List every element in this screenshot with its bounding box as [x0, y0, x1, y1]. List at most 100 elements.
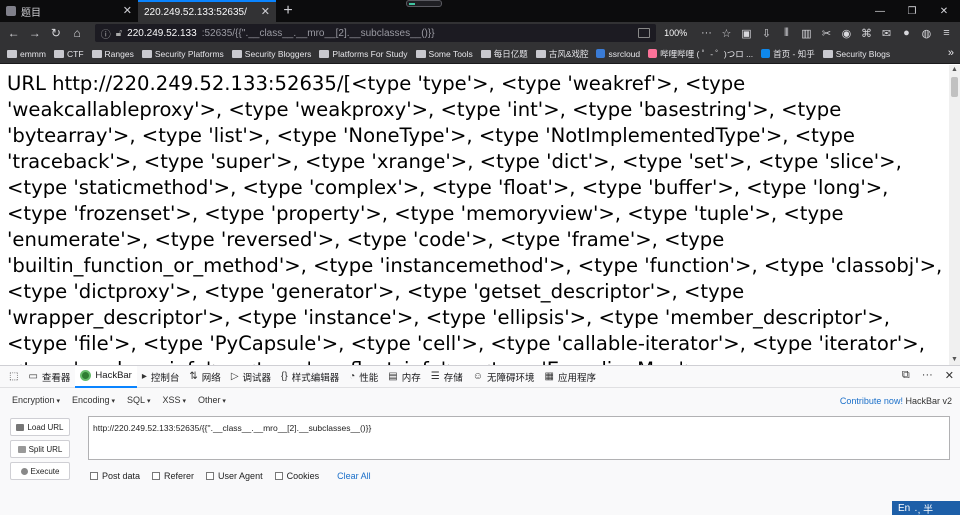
- bookmark-item[interactable]: 每日亿题: [478, 48, 531, 60]
- tab-1[interactable]: 题目 ✕: [0, 0, 138, 22]
- bookmark-item[interactable]: 首页 - 知乎: [758, 48, 818, 60]
- folder-icon: [91, 49, 102, 58]
- hackbar-actions: Load URL Split URL Execute: [10, 418, 70, 480]
- url-path: :52635/{{''.__class__.__mro__[2].__subcl…: [201, 27, 435, 39]
- accessibility-icon: ☺: [472, 371, 483, 382]
- site-favicon-icon: [761, 49, 771, 58]
- sidebar-icon[interactable]: ▥: [797, 24, 816, 42]
- bookmark-item[interactable]: Security Blogs: [820, 49, 893, 59]
- element-picker-icon[interactable]: ⬚: [4, 366, 23, 388]
- ime-indicator[interactable]: En ·, 半: [892, 501, 960, 516]
- clear-all-link[interactable]: Clear All: [337, 471, 371, 481]
- extension-icon[interactable]: ●: [897, 24, 916, 42]
- library-icon[interactable]: ⫴: [777, 24, 796, 42]
- screenshot-icon[interactable]: ✂: [817, 24, 836, 42]
- tab-inspector[interactable]: ▭ 查看器: [23, 366, 75, 388]
- bookmarks-overflow-icon[interactable]: »: [948, 47, 954, 59]
- tab-memory[interactable]: ▤ 内存: [383, 366, 425, 388]
- user-agent-checkbox[interactable]: User Agent: [206, 471, 263, 481]
- info-icon[interactable]: ⓘ: [101, 26, 111, 41]
- pocket-icon[interactable]: ▣: [737, 24, 756, 42]
- ime-mode: ·, 半: [914, 504, 934, 516]
- site-favicon-icon: [596, 49, 606, 58]
- forward-button[interactable]: →: [25, 24, 44, 42]
- checkbox-icon: [90, 472, 98, 480]
- cookies-checkbox[interactable]: Cookies: [274, 471, 319, 481]
- extension-icon[interactable]: ◉: [837, 24, 856, 42]
- memory-icon: ▤: [388, 371, 398, 382]
- page-scrollbar[interactable]: ▲ ▼: [949, 65, 960, 365]
- debugger-icon: ▷: [230, 371, 239, 382]
- bookmark-item[interactable]: Ranges: [89, 49, 137, 59]
- bookmark-item[interactable]: 哔哩哔哩 ( ゜- ゜)つロ ...: [645, 48, 756, 60]
- execute-icon: [20, 467, 28, 475]
- execute-button[interactable]: Execute: [10, 462, 70, 480]
- folder-icon: [415, 49, 426, 58]
- bookmark-item[interactable]: ssrcloud: [593, 49, 643, 59]
- back-button[interactable]: ←: [4, 24, 23, 42]
- split-url-button[interactable]: Split URL: [10, 440, 70, 458]
- sql-menu[interactable]: SQL: [127, 395, 150, 405]
- scroll-up-icon[interactable]: ▲: [949, 65, 960, 75]
- tab-application[interactable]: ▦ 应用程序: [539, 366, 600, 388]
- reload-button[interactable]: ↻: [46, 24, 65, 42]
- bookmark-star-icon[interactable]: ☆: [717, 24, 736, 42]
- bookmark-item[interactable]: Platforms For Study: [316, 49, 410, 59]
- close-window-button[interactable]: ✕: [928, 0, 960, 22]
- page-body-text: URL http://220.249.52.133:52635/[<type '…: [7, 72, 943, 365]
- tab-debugger[interactable]: ▷ 调试器: [226, 366, 276, 388]
- bookmark-item[interactable]: Some Tools: [413, 49, 476, 59]
- referer-checkbox[interactable]: Referer: [152, 471, 194, 481]
- application-icon: ▦: [544, 371, 554, 382]
- url-bar[interactable]: ⓘ 🔓︎ 220.249.52.133:52635/{{''.__class__…: [94, 24, 657, 42]
- tab-close-icon[interactable]: ✕: [123, 5, 132, 17]
- close-devtools-icon[interactable]: ✕: [945, 369, 954, 382]
- bookmark-item[interactable]: Security Bloggers: [229, 49, 315, 59]
- post-data-checkbox[interactable]: Post data: [90, 471, 140, 481]
- more-options-icon[interactable]: ···: [922, 369, 933, 382]
- scrollbar-thumb[interactable]: [951, 77, 958, 97]
- folder-icon: [7, 49, 17, 58]
- page-favicon-icon: [6, 6, 16, 16]
- tab-performance[interactable]: ◔ 性能: [344, 366, 383, 388]
- tab-storage[interactable]: ☰ 存储: [426, 366, 468, 388]
- extension-icon[interactable]: ✉: [877, 24, 896, 42]
- bookmarks-bar: emmm CTF Ranges Security Platforms Secur…: [0, 44, 960, 64]
- devtools-tabs: ⬚ ▭ 查看器 HackBar ▸ 控制台 ⇅ 网络 ▷ 调试器 {} 样式编辑器 ◔ 性能…: [0, 365, 960, 388]
- bookmark-item[interactable]: emmm: [4, 49, 49, 59]
- bookmark-item[interactable]: Security Platforms: [139, 49, 227, 59]
- tab-network[interactable]: ⇅ 网络: [184, 366, 225, 388]
- bookmark-item[interactable]: CTF: [51, 49, 87, 59]
- devtools-panel: ⬚ ▭ 查看器 HackBar ▸ 控制台 ⇅ 网络 ▷ 调试器 {} 样式编辑器 ◔ 性能…: [0, 365, 960, 516]
- tab-accessibility[interactable]: ☺ 无障碍环境: [468, 366, 540, 388]
- tab-2[interactable]: 220.249.52.133:52635/ ✕: [138, 0, 276, 22]
- new-tab-button[interactable]: +: [276, 0, 300, 22]
- insecure-lock-icon[interactable]: 🔓︎: [116, 28, 122, 39]
- menu-icon[interactable]: ≡: [937, 24, 956, 42]
- home-button[interactable]: ⌂: [68, 24, 87, 42]
- encryption-menu[interactable]: Encryption: [12, 395, 60, 405]
- scroll-down-icon[interactable]: ▼: [949, 355, 960, 365]
- bookmark-item[interactable]: 古风&戏腔: [533, 48, 592, 60]
- other-menu[interactable]: Other: [198, 395, 226, 405]
- dock-icon[interactable]: ⧉: [902, 369, 910, 382]
- download-icon[interactable]: ⇩: [757, 24, 776, 42]
- load-url-button[interactable]: Load URL: [10, 418, 70, 436]
- reader-view-icon[interactable]: [638, 28, 651, 38]
- contribute-link[interactable]: Contribute now!: [840, 396, 903, 406]
- minimize-button[interactable]: —: [864, 0, 896, 22]
- tab-close-icon[interactable]: ✕: [261, 6, 270, 18]
- encoding-menu[interactable]: Encoding: [72, 395, 115, 405]
- folder-icon: [319, 49, 330, 58]
- hackbar-url-input[interactable]: http://220.249.52.133:52635/{{''.__class…: [88, 416, 950, 460]
- tab-hackbar[interactable]: HackBar: [75, 365, 137, 388]
- zoom-level[interactable]: 100%: [664, 28, 689, 38]
- tab-style-editor[interactable]: {} 样式编辑器: [276, 366, 344, 388]
- network-icon: ⇅: [189, 371, 198, 382]
- extension-icon[interactable]: ⌘: [857, 24, 876, 42]
- page-actions-icon[interactable]: ···: [697, 24, 716, 42]
- xss-menu[interactable]: XSS: [162, 395, 185, 405]
- tab-console[interactable]: ▸ 控制台: [137, 366, 185, 388]
- maximize-button[interactable]: ❐: [896, 0, 928, 22]
- extension-icon[interactable]: ◍: [917, 24, 936, 42]
